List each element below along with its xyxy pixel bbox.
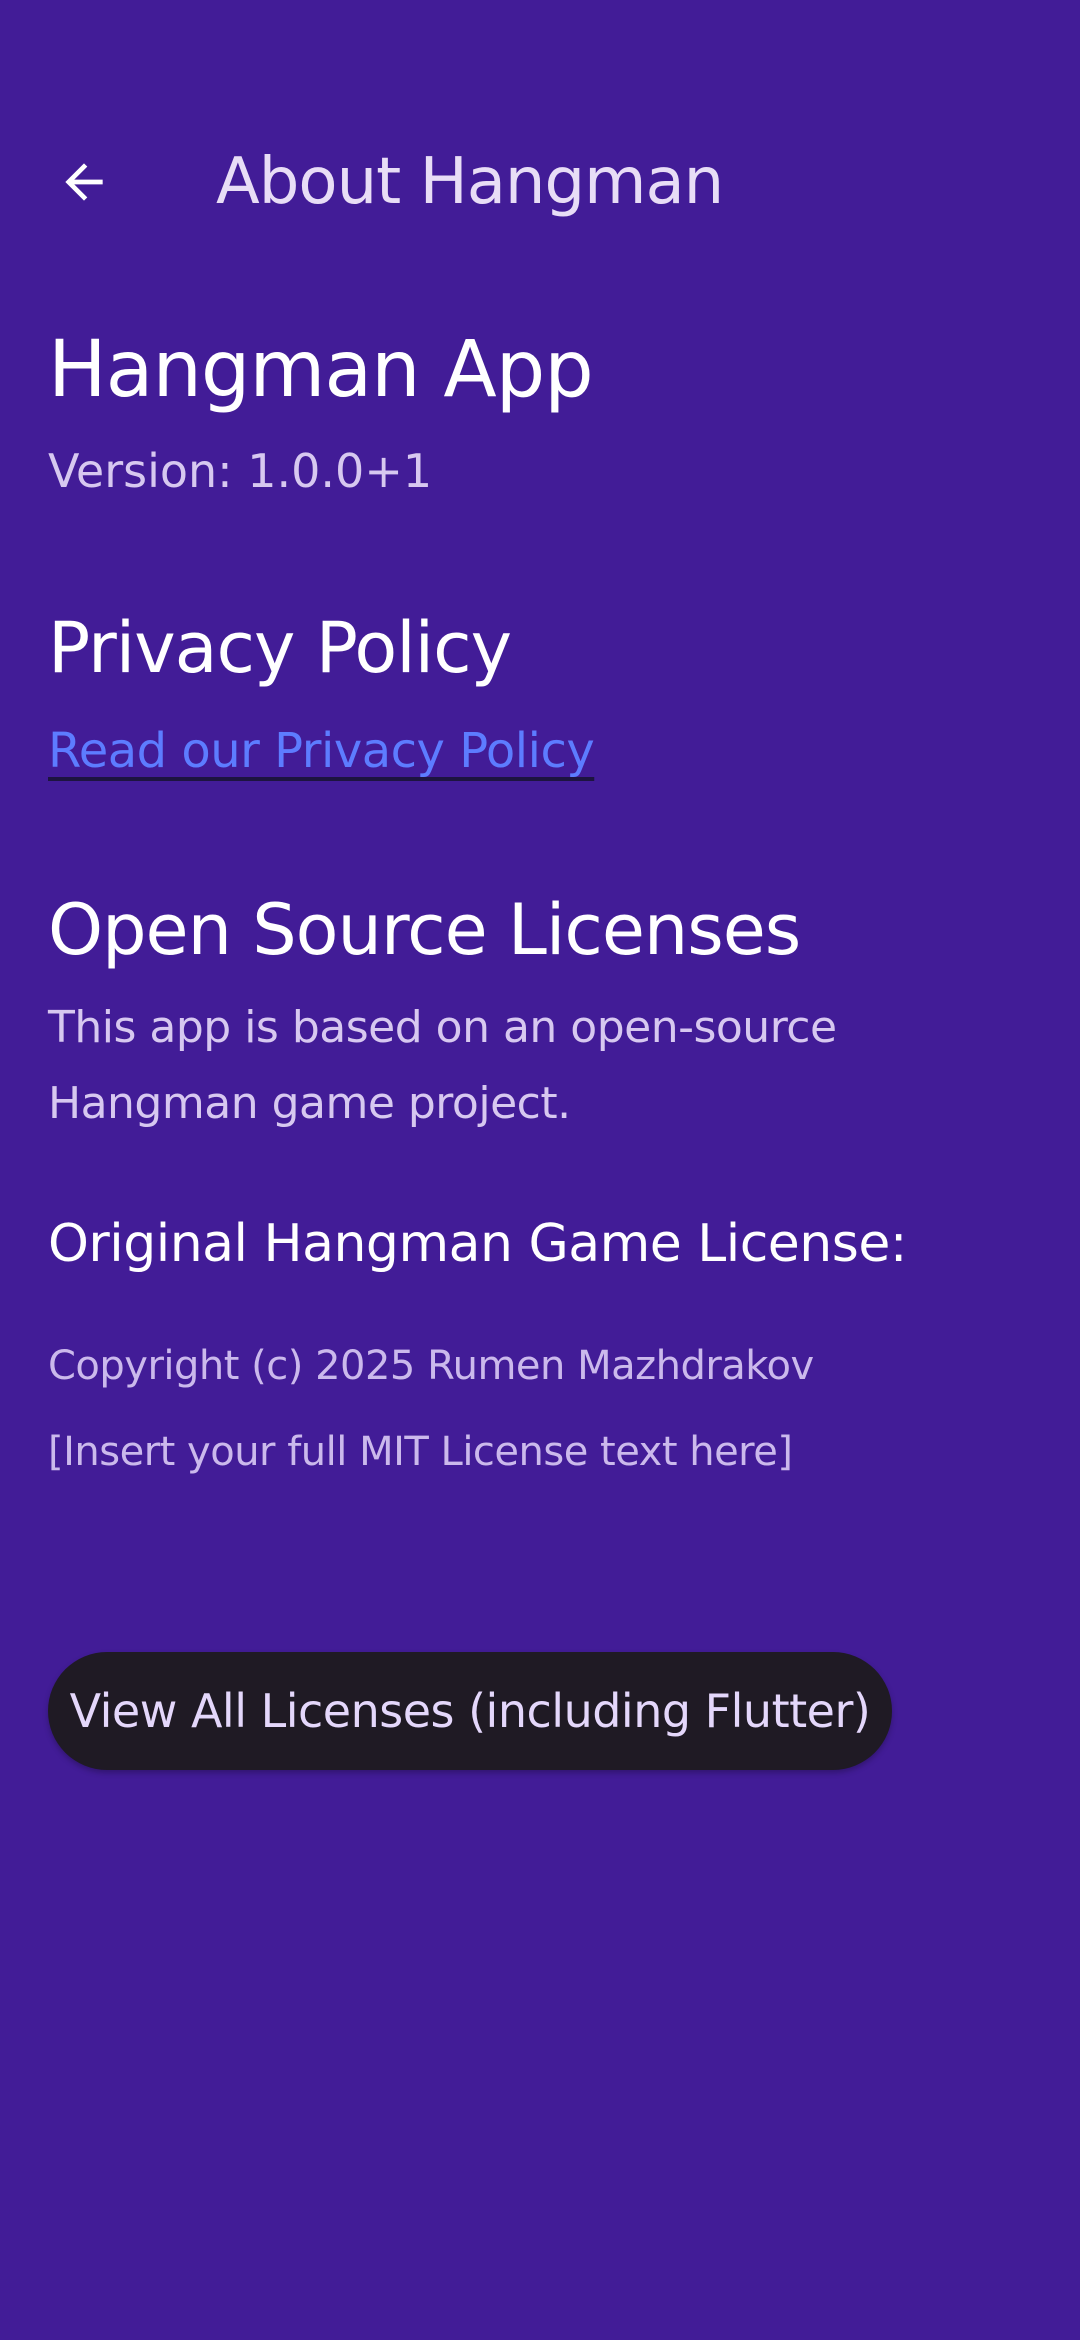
original-license-title: Original Hangman Game License: <box>48 1214 907 1274</box>
page-title: About Hangman <box>216 145 724 219</box>
app-bar: About Hangman <box>0 110 1080 240</box>
app-name: Hangman App <box>48 325 594 415</box>
open-source-licenses-title: Open Source Licenses <box>48 889 801 971</box>
back-button[interactable] <box>36 134 132 230</box>
license-text: [Insert your full MIT License text here] <box>48 1429 793 1475</box>
app-version: Version: 1.0.0+1 <box>48 444 433 498</box>
copyright-text: Copyright (c) 2025 Rumen Mazhdrakov <box>48 1343 814 1389</box>
arrow-left-icon <box>65 163 103 201</box>
about-content: Hangman App Version: 1.0.0+1 Privacy Pol… <box>48 310 1038 1482</box>
privacy-policy-link[interactable]: Read our Privacy Policy <box>48 714 595 788</box>
view-all-licenses-button[interactable]: View All Licenses (including Flutter) <box>48 1652 892 1770</box>
privacy-policy-title: Privacy Policy <box>48 607 512 689</box>
licenses-description: This app is based on an open-source Hang… <box>48 1002 837 1129</box>
